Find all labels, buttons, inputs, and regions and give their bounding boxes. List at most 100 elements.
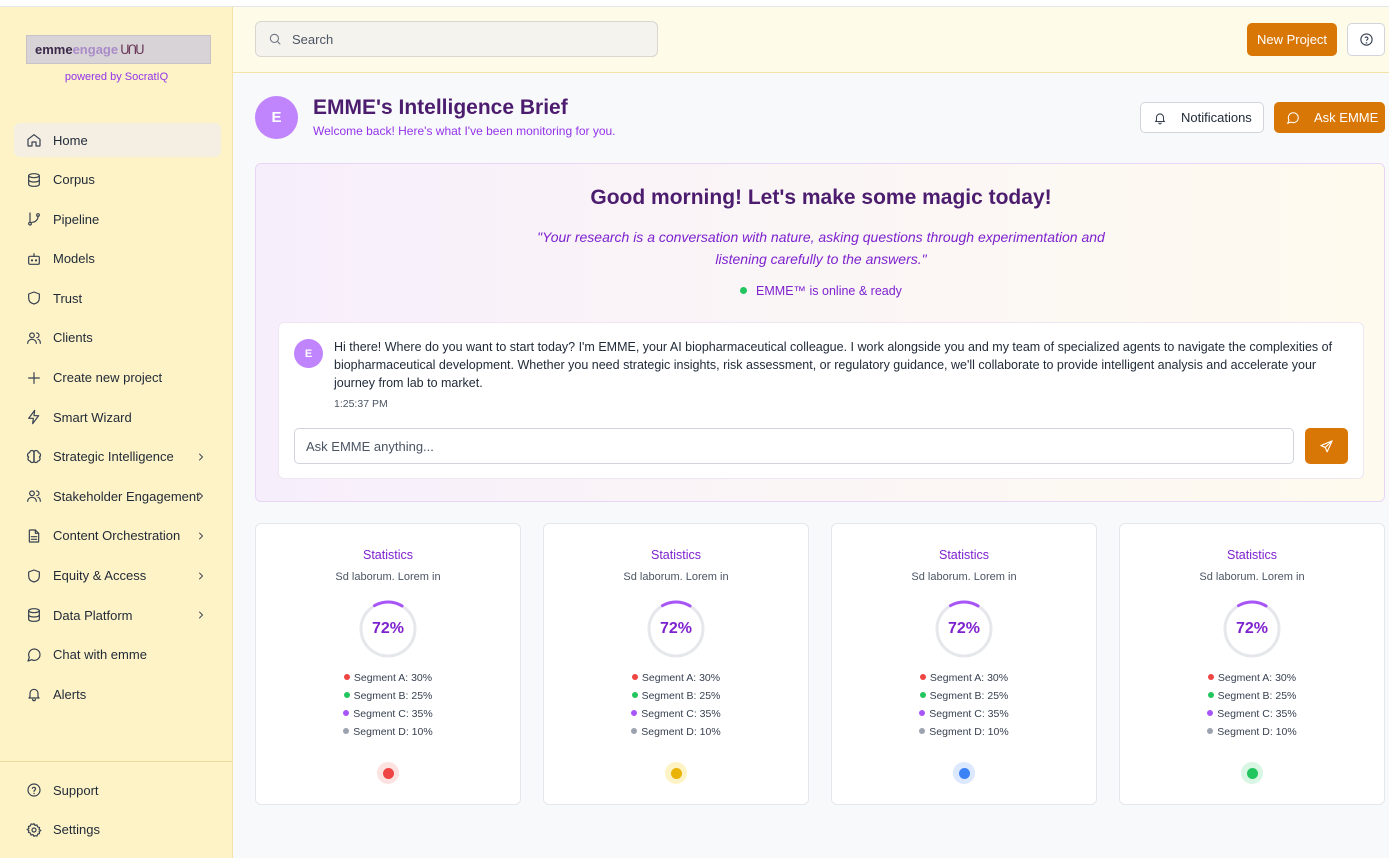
legend-item: Segment C: 35% [832, 708, 1096, 726]
new-project-button[interactable]: New Project [1247, 23, 1337, 56]
stat-card: Statistics Sd laborum. Lorem in 72% Segment… [831, 523, 1097, 805]
sidebar-item-home[interactable]: Home [14, 123, 221, 157]
legend-label: Segment C: 35% [929, 708, 1009, 720]
bell-icon [28, 689, 40, 702]
sidebar-item-label: Settings [53, 822, 100, 838]
status-text: EMME™ is online & ready [756, 284, 902, 298]
legend-item: Segment D: 10% [832, 726, 1096, 744]
sidebar-item-settings[interactable]: Settings [14, 813, 221, 847]
legend-item: Segment C: 35% [1120, 708, 1384, 726]
legend-item: Segment B: 25% [544, 690, 808, 708]
emme-avatar: E [255, 96, 298, 139]
card-title: Statistics [650, 548, 701, 562]
legend-item: Segment B: 25% [1120, 690, 1384, 708]
legend-label: Segment A: 30% [641, 672, 721, 684]
sidebar-item-chat-with-emme[interactable]: Chat with emme [14, 638, 221, 672]
legend-dot [1207, 710, 1214, 716]
message-circle-icon [1286, 111, 1299, 124]
database-icon [28, 172, 40, 187]
brand-logo[interactable]: emme engage ᑌᑎᑌ [26, 35, 211, 64]
sidebar-item-label: Support [53, 782, 99, 798]
notifications-button[interactable]: Notifications [1140, 102, 1264, 133]
legend-item: Segment D: 10% [1120, 726, 1384, 744]
send-button[interactable] [1305, 428, 1348, 464]
card-legend: Segment A: 30% Segment B: 25% Segment C: 3… [256, 672, 520, 744]
sidebar-item-models[interactable]: Models [14, 242, 221, 276]
card-subtitle: Sd laborum. Lorem in [911, 571, 1017, 583]
shield-icon [28, 568, 40, 583]
search-box[interactable] [255, 21, 658, 57]
chevron-right-icon [199, 492, 203, 500]
brain-icon [26, 449, 42, 463]
users-icon [27, 490, 41, 503]
help-circle-icon [27, 783, 41, 797]
page-title: EMME's Intelligence Brief [313, 96, 568, 119]
ask-emme-input[interactable] [294, 428, 1294, 464]
stat-card: Statistics Sd laborum. Lorem in 72% Segment… [543, 523, 809, 805]
chevron-right-icon [199, 572, 203, 579]
search-icon [269, 33, 281, 45]
sidebar-item-support[interactable]: Support [14, 773, 221, 807]
legend-dot [631, 692, 638, 698]
sidebar-item-create-new-project[interactable]: Create new project [14, 361, 221, 395]
legend-dot [919, 728, 926, 734]
sidebar-item-label: Data Platform [53, 607, 133, 623]
ask-emme-button[interactable]: Ask EMME [1274, 102, 1385, 133]
legend-dot [631, 710, 638, 716]
sidebar-item-label: Equity & Access [53, 568, 147, 584]
legend-label: Segment A: 30% [929, 672, 1009, 684]
legend-item: Segment C: 35% [256, 708, 520, 726]
legend-dot [343, 728, 350, 734]
sidebar-item-trust[interactable]: Trust [14, 281, 221, 315]
sidebar-item-label: Content Orchestration [53, 528, 181, 544]
legend-item: Segment A: 30% [256, 672, 520, 690]
help-button[interactable] [1347, 23, 1385, 56]
top-header: New Project [233, 7, 1389, 73]
sidebar-item-alerts[interactable]: Alerts [14, 677, 221, 711]
search-input[interactable] [292, 31, 652, 47]
sidebar-item-stakeholder-engagement[interactable]: Stakeholder Engagement [14, 479, 221, 513]
sidebar-item-corpus[interactable]: Corpus [14, 163, 221, 197]
sidebar-item-strategic-intelligence[interactable]: Strategic Intelligence [14, 440, 221, 474]
chat-message: Hi there! Where do you want to start tod… [334, 340, 1333, 390]
status-dot [377, 762, 399, 784]
legend-dot [343, 710, 350, 716]
sidebar-item-label: Chat with emme [53, 647, 147, 663]
bot-icon [28, 252, 40, 265]
legend-label: Segment C: 35% [1217, 708, 1297, 720]
legend-dot [1207, 692, 1214, 698]
sidebar-item-label: Alerts [53, 686, 87, 702]
stat-card: Statistics Sd laborum. Lorem in 72% Segment… [255, 523, 521, 805]
sidebar-item-smart-wizard[interactable]: Smart Wizard [14, 400, 221, 434]
legend-dot [919, 692, 926, 698]
card-percent: 72% [659, 620, 693, 637]
legend-item: Segment A: 30% [832, 672, 1096, 690]
legend-dot [631, 728, 638, 734]
sidebar-item-clients[interactable]: Clients [14, 321, 221, 355]
help-circle-icon [1359, 33, 1373, 46]
legend-item: Segment B: 25% [832, 690, 1096, 708]
shield-icon [28, 291, 40, 305]
sidebar-item-label: Strategic Intelligence [53, 449, 174, 465]
status-dot [1241, 762, 1263, 784]
file-text-icon [28, 529, 40, 543]
powered-by-label: powered by SocratIQ [64, 71, 169, 83]
sidebar-item-label: Smart Wizard [53, 409, 132, 425]
stat-card: Statistics Sd laborum. Lorem in 72% Segment… [1119, 523, 1385, 805]
legend-dot [631, 674, 638, 680]
sidebar-item-label: Corpus [53, 172, 95, 188]
card-subtitle: Sd laborum. Lorem in [1199, 571, 1305, 583]
bell-icon [1154, 112, 1166, 124]
online-status-dot [740, 287, 748, 294]
card-legend: Segment A: 30% Segment B: 25% Segment C: 3… [832, 672, 1096, 744]
sidebar-item-data-platform[interactable]: Data Platform [14, 598, 221, 632]
legend-label: Segment D: 10% [353, 726, 433, 738]
legend-dot [343, 674, 350, 680]
window-top-bar [0, 0, 1389, 7]
sidebar: emme engage ᑌᑎᑌ powered by SocratIQ Home Co… [0, 7, 233, 858]
sidebar-item-equity-access[interactable]: Equity & Access [14, 559, 221, 593]
sidebar-item-pipeline[interactable]: Pipeline [14, 202, 221, 236]
status-indicator: EMME™ is online & ready [256, 284, 1386, 298]
sidebar-nav: Home Corpus Pipeline Models Trust Clients Crea… [14, 123, 221, 717]
sidebar-item-content-orchestration[interactable]: Content Orchestration [14, 519, 221, 553]
